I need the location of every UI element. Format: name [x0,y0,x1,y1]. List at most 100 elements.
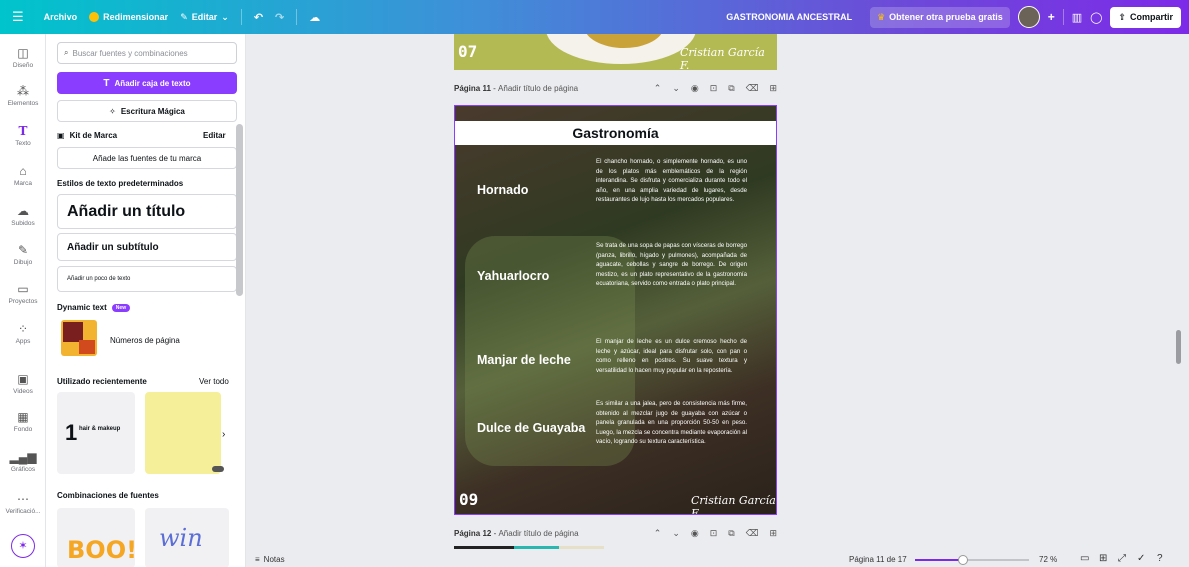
add-textbox-button[interactable]: T Añadir caja de texto [57,72,237,94]
chevron-up-icon[interactable]: ⌃ [654,528,662,539]
avatar[interactable] [1017,6,1040,28]
help-icon[interactable]: ? [1157,553,1163,564]
page-10-preview[interactable]: 07 Cristian García F. [454,34,777,70]
duplicate-icon[interactable]: ⧉ [728,528,734,539]
text-icon: T [103,77,110,89]
brand-fonts-button[interactable]: Añade las fuentes de tu marca [57,147,237,169]
edit-menu[interactable]: ✎ Editar ⌄ [180,12,229,23]
add-body-button[interactable]: Añadir un poco de texto [57,266,237,292]
zoom-slider[interactable] [915,555,1029,565]
page-11[interactable]: Gastronomía Hornado El chancho hornado, … [454,105,777,515]
trial-button[interactable]: ♛ Obtener otra prueba gratis [870,6,1010,28]
add-page-icon[interactable]: ⊞ [769,528,777,539]
page-actions: ⌃ ⌄ ◉ ⊡ ⧉ ⌫ ⊞ [654,83,777,94]
file-menu[interactable]: Archivo [44,12,78,22]
page-12-preview[interactable] [454,546,604,549]
search-input[interactable]: ⌕ Buscar fuentes y combinaciones [57,42,237,64]
rail-item-apps[interactable]: ⁘ Apps [0,322,46,345]
crown-icon: ♛ [877,11,886,22]
chevron-down-icon[interactable]: ⌄ [672,83,680,94]
draw-icon: ✎ [17,243,29,257]
desc-hornado[interactable]: El chancho hornado, o simplemente hornad… [596,157,747,205]
dish-guayaba[interactable]: Dulce de Guayaba [477,421,585,435]
page-heading[interactable]: Gastronomía [572,125,658,141]
rail-item-background[interactable]: ▦ Fondo [0,410,46,433]
crown-icon [89,12,100,22]
comment-icon[interactable]: ◯ [1090,11,1102,24]
font-combo-win[interactable]: win [145,508,229,567]
zoom-level[interactable]: 72 % [1039,555,1057,564]
trash-icon[interactable]: ⌫ [746,528,759,539]
rail-item-draw[interactable]: ✎ Dibujo [0,243,46,266]
magic-icon[interactable]: ✶ [11,534,35,558]
recent-card-hair-makeup[interactable]: 1 hair & makeup [57,392,135,474]
undo-icon[interactable]: ↶ [254,11,263,24]
dish-manjar[interactable]: Manjar de leche [477,353,571,367]
chevron-right-icon[interactable]: › [222,429,225,440]
document-title[interactable]: GASTRONOMIA ANCESTRAL [726,12,852,22]
resize-button[interactable]: Redimensionar [89,12,168,22]
zoom-slider-knob[interactable] [957,555,968,565]
trash-icon[interactable]: ⌫ [746,83,759,94]
recent-card-yellow[interactable] [145,392,221,474]
recent-card-label: hair & makeup [79,426,121,432]
rail-item-brand[interactable]: ⌂ Marca [0,164,46,187]
rail-item-projects[interactable]: ▭ Proyectos [0,282,46,305]
rail-item-verify[interactable]: ⋯ Verificació... [0,492,46,515]
layout-icon: ◫ [17,46,29,60]
page-numbers-label[interactable]: Números de página [110,336,180,345]
fullscreen-icon[interactable]: ⤢ [1118,553,1126,564]
bottom-bar: ≡ Notas Página 11 de 17 72 % ▭ ⊞ ⤢ ✓ ? [247,553,1189,567]
magic-wand-icon: ✧ [109,106,116,116]
magic-write-button[interactable]: ✧ Escritura Mágica [57,100,237,122]
separator: - [491,529,499,538]
page-view-icon[interactable]: ▭ [1080,553,1089,564]
lock-icon[interactable]: ⊡ [710,83,718,94]
add-subtitle-button[interactable]: Añadir un subtítulo [57,233,237,261]
rail-item-charts[interactable]: ▂▄▆ Gráficos [0,450,46,473]
dish-hornado[interactable]: Hornado [477,183,528,197]
rail-label: Dibujo [13,259,33,266]
desc-manjar[interactable]: El manjar de leche es un dulce cremoso h… [596,337,747,375]
panel-scrollbar[interactable] [236,124,243,296]
notes-button[interactable]: ≡ Notas [255,555,285,564]
rail-item-design[interactable]: ◫ Diseño [0,46,46,69]
divider [296,9,298,25]
hamburger-icon[interactable]: ☰ [12,9,24,25]
add-page-icon[interactable]: ⊞ [769,83,777,94]
see-all-link[interactable]: Ver todo [199,377,229,386]
dish-yahuarlocro[interactable]: Yahuarlocro [477,269,549,283]
add-title-button[interactable]: Añadir un título [57,194,237,229]
search-placeholder: Buscar fuentes y combinaciones [72,48,188,58]
visibility-icon[interactable]: ◉ [691,83,699,94]
signature: Cristian García F. [691,494,776,515]
page-11-header: Página 11 - Añadir título de página ⌃ ⌄ … [454,83,777,94]
page-numbers-thumbnail[interactable] [61,320,97,356]
rail-item-uploads[interactable]: ☁ Subidos [0,204,46,227]
brand-icon: ⌂ [19,164,27,178]
desc-guayaba[interactable]: Es similar a una jalea, pero de consiste… [596,399,747,447]
check-icon[interactable]: ✓ [1137,553,1145,564]
chevron-up-icon[interactable]: ⌃ [654,83,662,94]
canvas-scrollbar[interactable] [1176,330,1181,364]
page-12-title-input[interactable]: Añadir título de página [498,529,578,538]
font-combo-boo[interactable]: BOO! [57,508,137,567]
visibility-icon[interactable]: ◉ [691,528,699,539]
page-11-title-input[interactable]: Añadir título de página [498,84,578,93]
add-people-icon[interactable]: + [1048,10,1055,24]
lock-icon[interactable]: ⊡ [710,528,718,539]
page-actions: ⌃ ⌄ ◉ ⊡ ⧉ ⌫ ⊞ [654,528,777,539]
brand-edit-link[interactable]: Editar [203,131,226,140]
redo-icon[interactable]: ↷ [275,11,284,24]
cloud-sync-icon[interactable]: ☁ [309,11,320,24]
rail-item-elements[interactable]: ⁂ Elementos [0,84,46,107]
rail-item-text[interactable]: T Texto [0,124,46,147]
share-button[interactable]: ⇪ Compartir [1110,6,1181,28]
chevron-down-icon[interactable]: ⌄ [672,528,680,539]
rail-item-videos[interactable]: ▣ Videos [0,372,46,395]
page-indicator[interactable]: Página 11 de 17 [849,555,907,564]
grid-view-icon[interactable]: ⊞ [1099,553,1107,564]
desc-yahuarlocro[interactable]: Se trata de una sopa de papas con víscer… [596,241,747,289]
duplicate-icon[interactable]: ⧉ [728,83,734,94]
analytics-icon[interactable]: ▥ [1072,11,1082,24]
